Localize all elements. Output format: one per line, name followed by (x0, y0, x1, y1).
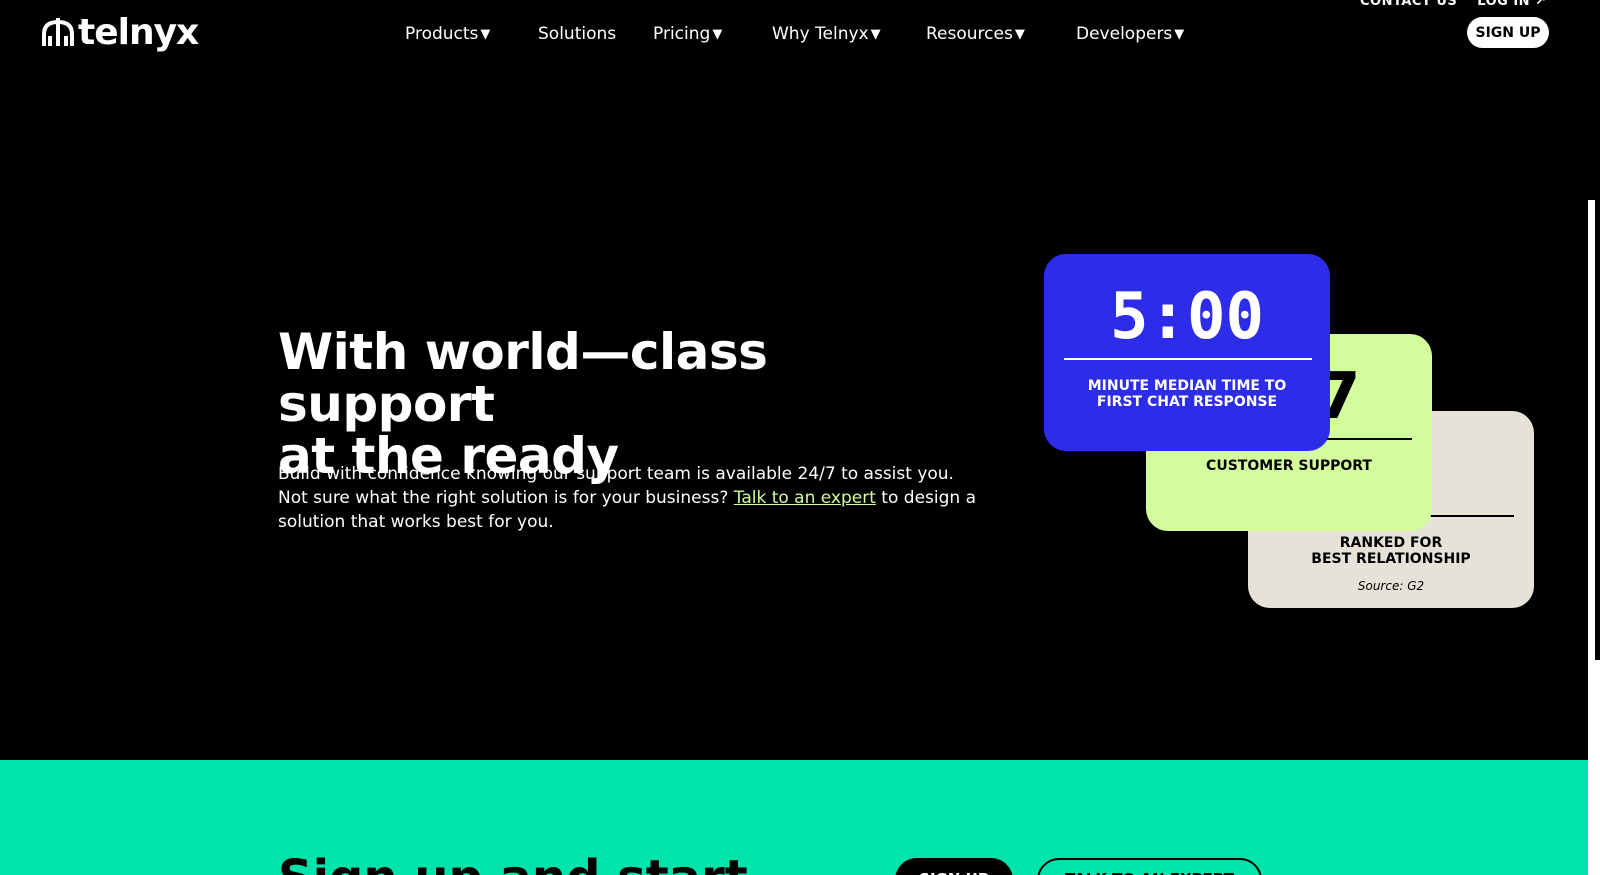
nav-solutions[interactable]: Solutions (538, 24, 616, 44)
contact-us-link[interactable]: CONTACT US (1360, 0, 1457, 9)
talk-to-expert-link[interactable]: Talk to an expert (734, 488, 876, 508)
nav-resources[interactable]: Resources ▼ (926, 24, 1025, 44)
caret-down-icon: ▼ (1174, 26, 1185, 42)
nav-label: Products (405, 24, 479, 44)
caret-down-icon: ▼ (480, 26, 491, 42)
sign-up-button[interactable]: SIGN UP (1467, 17, 1549, 48)
card-divider (1064, 358, 1312, 360)
logo-wordmark: telnyx (78, 12, 199, 53)
cta-section: Sign up and start SIGN UP TALK TO AN EXP… (0, 760, 1588, 875)
nav-why-telnyx[interactable]: Why Telnyx ▼ (772, 24, 881, 44)
stat-source: Source: G2 (1357, 579, 1425, 593)
arrow-up-right-icon: ↗ (1535, 0, 1547, 9)
telnyx-logo-icon (42, 17, 74, 46)
log-in-label: LOG IN (1477, 0, 1531, 9)
stat-label: CUSTOMER SUPPORT (1206, 458, 1372, 474)
edge-strip (1595, 200, 1600, 660)
stat-label-line: BEST RELATIONSHIP (1311, 551, 1471, 567)
nav-developers[interactable]: Developers ▼ (1076, 24, 1184, 44)
nav-pricing[interactable]: Pricing ▼ (653, 24, 722, 44)
stat-label: MINUTE MEDIAN TIME TO FIRST CHAT RESPONS… (1087, 378, 1287, 410)
caret-down-icon: ▼ (712, 26, 723, 42)
nav-products[interactable]: Products ▼ (405, 24, 490, 44)
cta-talk-to-expert-button[interactable]: TALK TO AN EXPERT (1037, 858, 1262, 875)
log-in-link[interactable]: LOG IN ↗ (1477, 0, 1546, 9)
nav-label: Pricing (653, 24, 711, 44)
nav-label: Resources (926, 24, 1013, 44)
page: telnyx Products ▼ Solutions Pricing ▼ Why … (0, 0, 1600, 875)
stat-label: RANKED FOR BEST RELATIONSHIP (1248, 535, 1534, 567)
hero-description: Build with confidence knowing our suppor… (278, 462, 978, 534)
stat-label-line: RANKED FOR (1339, 535, 1443, 551)
nav-label: Why Telnyx (772, 24, 869, 44)
hero-title-line: With world—class support (278, 323, 768, 433)
cta-title: Sign up and start (278, 852, 748, 875)
edge-strip (1588, 0, 1600, 200)
caret-down-icon: ▼ (1014, 26, 1025, 42)
cta-sign-up-button[interactable]: SIGN UP (895, 858, 1013, 875)
stat-value: 5:00 (1109, 280, 1265, 354)
hero-title: With world—class support at the ready (278, 326, 978, 482)
stat-card-response-time: 5:00 MINUTE MEDIAN TIME TO FIRST CHAT RE… (1044, 254, 1330, 451)
caret-down-icon: ▼ (870, 26, 881, 42)
nav-label: Developers (1076, 24, 1173, 44)
utility-links: CONTACT US LOG IN ↗ (1360, 0, 1546, 9)
nav-label: Solutions (538, 24, 617, 44)
telnyx-logo[interactable]: telnyx (40, 12, 199, 53)
